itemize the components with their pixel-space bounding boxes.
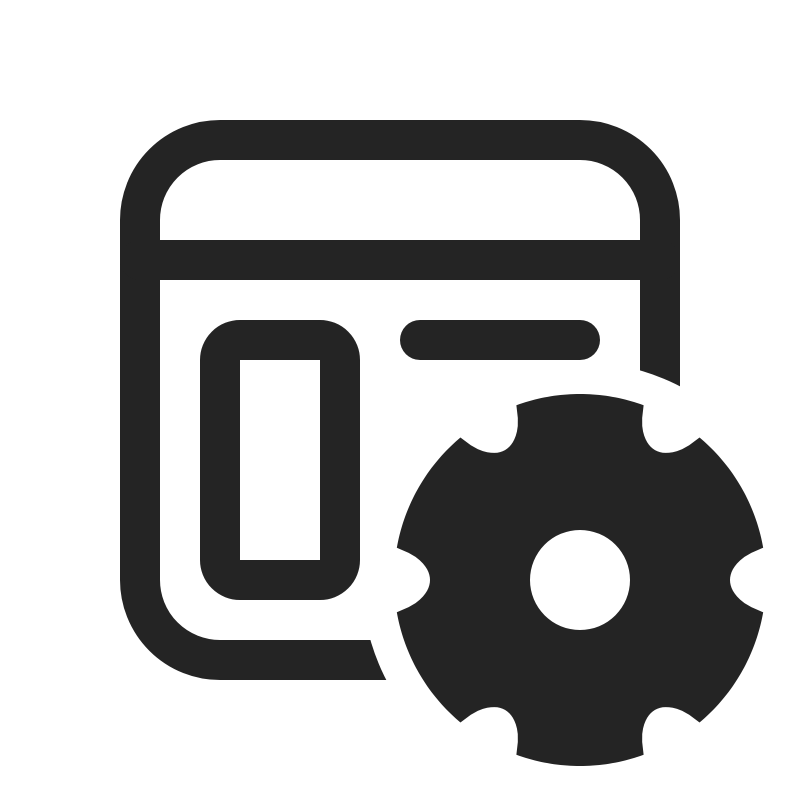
sidebar-panel-icon <box>200 320 360 600</box>
window-settings-icon <box>120 120 764 766</box>
window-settings-icon-canvas <box>0 0 800 800</box>
gear-icon <box>396 394 764 766</box>
